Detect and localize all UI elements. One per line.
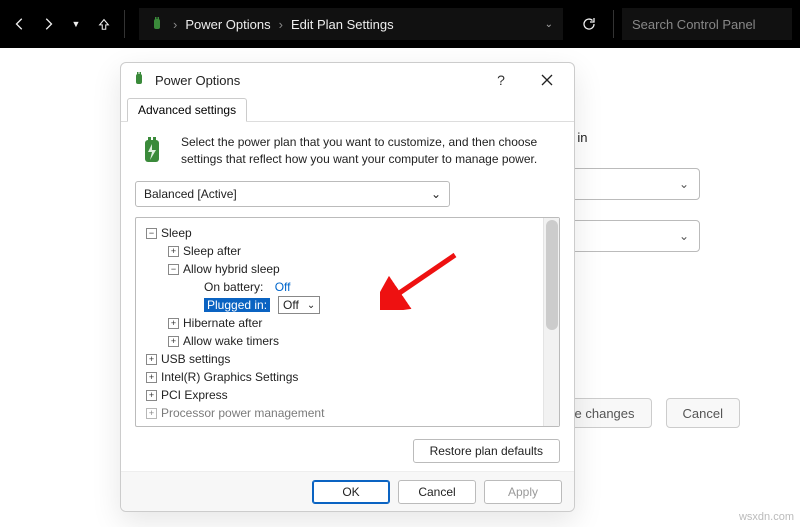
plugged-in-label-selected: Plugged in: [204, 298, 270, 312]
watermark: wsxdn.com [739, 511, 794, 523]
cancel-button[interactable]: Cancel [398, 480, 476, 504]
intro-text: Select the power plan that you want to c… [181, 134, 560, 171]
up-icon[interactable] [92, 12, 116, 36]
help-button[interactable]: ? [482, 64, 520, 96]
tree-scrollbar[interactable] [543, 218, 559, 426]
cancel-button[interactable]: Cancel [666, 398, 740, 428]
navigation-toolbar: ▼ › Power Options › Edit Plan Settings ⌄… [0, 0, 800, 48]
search-input[interactable]: Search Control Panel [622, 8, 792, 40]
battery-icon [135, 134, 169, 171]
tree-node-usb-settings[interactable]: +USB settings [140, 350, 539, 368]
power-plan-dropdown[interactable]: Balanced [Active] ⌄ [135, 181, 450, 207]
power-options-icon [149, 16, 165, 32]
chevron-down-icon: ⌄ [431, 187, 441, 201]
tree-node-allow-hybrid-sleep[interactable]: −Allow hybrid sleep [140, 260, 539, 278]
expand-icon[interactable]: + [168, 336, 179, 347]
dialog-footer: OK Cancel Apply [121, 471, 574, 511]
chevron-right-icon: › [279, 17, 283, 32]
scrollbar-thumb[interactable] [546, 220, 558, 330]
tree-leaf-on-battery[interactable]: On battery: Off [140, 278, 539, 296]
tab-strip: Advanced settings [121, 97, 574, 122]
chevron-right-icon: › [173, 17, 177, 32]
tree-node-pci-express[interactable]: +PCI Express [140, 386, 539, 404]
expand-icon[interactable]: + [168, 246, 179, 257]
chevron-down-icon: ⌄ [679, 229, 689, 243]
chevron-down-icon: ⌄ [679, 177, 689, 191]
expand-icon[interactable]: + [146, 390, 157, 401]
restore-plan-defaults-button[interactable]: Restore plan defaults [413, 439, 560, 463]
expand-icon[interactable]: + [146, 354, 157, 365]
tree-leaf-plugged-in[interactable]: Plugged in: Off⌄ [140, 296, 539, 314]
ok-button[interactable]: OK [312, 480, 390, 504]
apply-button[interactable]: Apply [484, 480, 562, 504]
settings-tree: −Sleep +Sleep after −Allow hybrid sleep … [135, 217, 560, 427]
address-bar[interactable]: › Power Options › Edit Plan Settings ⌄ [139, 8, 563, 40]
tree-node-sleep-after[interactable]: +Sleep after [140, 242, 539, 260]
tree-node-allow-wake-timers[interactable]: +Allow wake timers [140, 332, 539, 350]
tree-node-hibernate-after[interactable]: +Hibernate after [140, 314, 539, 332]
power-options-dialog: Power Options ? Advanced settings Select… [120, 62, 575, 512]
expand-icon[interactable]: + [146, 408, 157, 419]
chevron-down-icon: ⌄ [307, 300, 315, 311]
back-icon[interactable] [8, 12, 32, 36]
title-bar: Power Options ? [121, 63, 574, 97]
expand-icon[interactable]: + [146, 372, 157, 383]
recent-icon[interactable]: ▼ [64, 12, 88, 36]
refresh-icon[interactable] [573, 8, 605, 40]
power-options-icon [131, 71, 147, 90]
plugged-in-value-dropdown[interactable]: Off⌄ [278, 296, 320, 314]
forward-icon[interactable] [36, 12, 60, 36]
chevron-down-icon[interactable]: ⌄ [545, 19, 553, 30]
expand-icon[interactable]: + [168, 318, 179, 329]
dialog-title: Power Options [155, 73, 474, 88]
on-battery-value[interactable]: Off [275, 280, 291, 294]
close-button[interactable] [528, 64, 566, 96]
tab-advanced-settings[interactable]: Advanced settings [127, 98, 247, 122]
breadcrumb-item[interactable]: Power Options [185, 17, 270, 32]
collapse-icon[interactable]: − [168, 264, 179, 275]
tree-node-intel-graphics[interactable]: +Intel(R) Graphics Settings [140, 368, 539, 386]
collapse-icon[interactable]: − [146, 228, 157, 239]
tree-node-sleep[interactable]: −Sleep [140, 224, 539, 242]
breadcrumb-item[interactable]: Edit Plan Settings [291, 17, 394, 32]
tree-node-processor-power[interactable]: +Processor power management [140, 404, 539, 422]
